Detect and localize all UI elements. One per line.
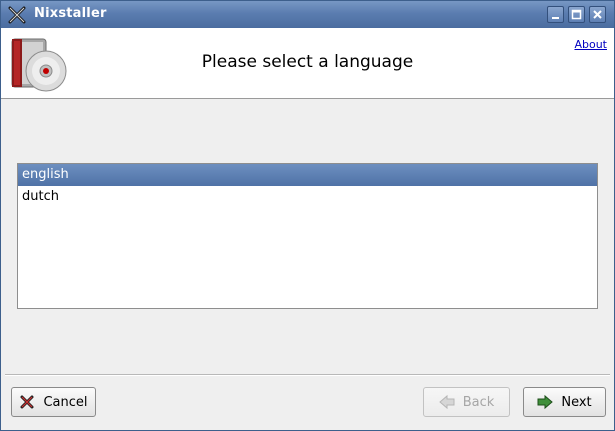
app-x-icon	[8, 6, 26, 24]
cancel-x-icon	[20, 395, 34, 409]
back-button[interactable]: Back	[423, 387, 510, 417]
list-item-english[interactable]: english	[18, 164, 597, 186]
minimize-button[interactable]	[547, 6, 564, 23]
next-arrow-icon	[537, 394, 554, 410]
cancel-button[interactable]: Cancel	[11, 387, 96, 417]
back-arrow-icon	[438, 394, 455, 410]
cancel-label: Cancel	[43, 394, 88, 410]
next-label: Next	[561, 394, 592, 410]
separator	[5, 374, 610, 376]
maximize-icon	[571, 9, 582, 20]
next-button[interactable]: Next	[523, 387, 606, 417]
list-item-dutch[interactable]: dutch	[18, 186, 597, 208]
about-link[interactable]: About	[574, 38, 607, 51]
page-title: Please select a language	[201, 52, 414, 72]
close-button[interactable]	[589, 6, 606, 23]
close-icon	[593, 10, 602, 19]
language-list[interactable]: english dutch	[17, 163, 598, 309]
maximize-button[interactable]	[568, 6, 585, 23]
window-title: Nixstaller	[34, 6, 107, 21]
title-bar[interactable]: Nixstaller	[1, 1, 614, 28]
minimize-icon	[552, 17, 559, 19]
page-header: Please select a language About	[1, 28, 614, 99]
back-label: Back	[462, 394, 495, 410]
installer-window: Nixstaller Please select a language Abou…	[0, 0, 615, 431]
